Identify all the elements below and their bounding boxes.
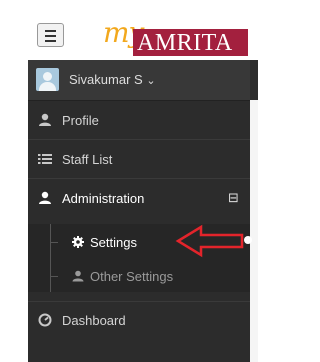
- app-header: my AMRITA: [28, 12, 250, 60]
- topbar-edge: [250, 60, 258, 100]
- logo-brand-text: AMRITA: [137, 30, 233, 56]
- tree-line: [50, 224, 51, 292]
- user-icon: [72, 270, 84, 282]
- sidebar-item-dashboard[interactable]: Dashboard: [28, 301, 250, 339]
- sidebar-item-label: Dashboard: [62, 313, 126, 328]
- logo-brand-box: AMRITA: [133, 29, 248, 56]
- chevron-down-icon: ⌄: [146, 75, 156, 87]
- sidebar-item-administration[interactable]: Administration ⊟: [28, 180, 250, 218]
- sidebar-item-label: Administration: [62, 191, 145, 206]
- sidebar: Sivakumar S ⌄ Profile Staff List Adminis…: [28, 60, 250, 362]
- content-edge: [250, 100, 258, 362]
- tree-branch: [50, 276, 58, 277]
- sidebar-item-profile[interactable]: Profile: [28, 102, 250, 140]
- scroll-handle[interactable]: [244, 236, 252, 244]
- sidebar-item-label: Other Settings: [90, 269, 174, 284]
- tree-branch: [50, 242, 58, 243]
- list-icon: [38, 154, 52, 164]
- sidebar-item-label: Staff List: [62, 152, 113, 167]
- user-name: Sivakumar S ⌄: [69, 72, 156, 87]
- sidebar-item-other-settings[interactable]: Other Settings: [58, 264, 238, 290]
- gear-icon: [72, 236, 84, 248]
- sidebar-item-staff-list[interactable]: Staff List: [28, 141, 250, 179]
- user-menu[interactable]: Sivakumar S ⌄: [28, 60, 250, 101]
- dashboard-icon: [38, 313, 52, 327]
- sidebar-item-label: Profile: [62, 113, 99, 128]
- hamburger-icon: [45, 30, 56, 32]
- myamrita-logo[interactable]: my AMRITA: [103, 16, 248, 56]
- annotation-arrow-icon: [175, 224, 244, 258]
- sidebar-item-label: Settings: [90, 235, 137, 250]
- user-icon: [39, 113, 51, 126]
- hamburger-icon-bar: [45, 35, 56, 37]
- menu-toggle-button[interactable]: [37, 23, 64, 47]
- user-name-text: Sivakumar S: [69, 72, 143, 87]
- collapse-icon[interactable]: ⊟: [228, 190, 239, 206]
- hamburger-icon-bar: [45, 40, 56, 42]
- avatar: [36, 68, 59, 91]
- user-icon: [39, 191, 51, 204]
